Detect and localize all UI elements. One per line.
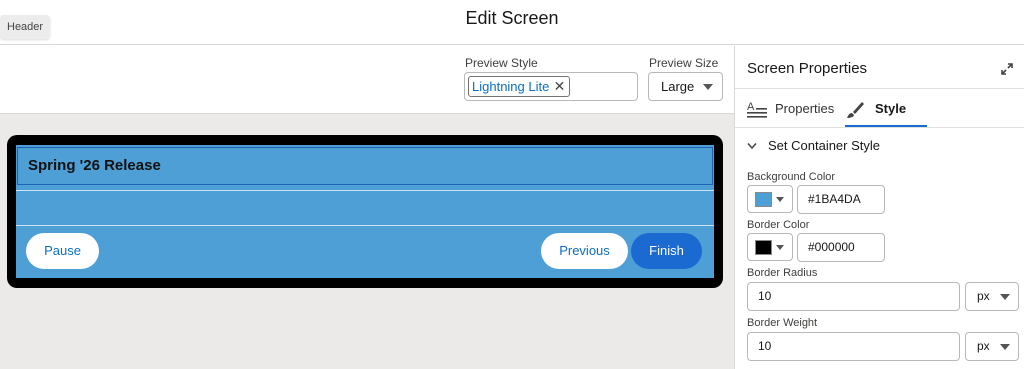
border-weight-input[interactable]: 10 xyxy=(747,332,960,361)
border-weight-label: Border Weight xyxy=(747,317,818,329)
background-color-label: Background Color xyxy=(747,171,836,183)
background-color-swatch xyxy=(755,192,772,207)
background-color-input[interactable]: #1BA4DA xyxy=(797,185,885,214)
page-title: Edit Screen xyxy=(465,8,559,28)
chevron-down-icon xyxy=(776,197,784,202)
tab-properties-label: Properties xyxy=(775,101,835,116)
screen-preview[interactable]: Spring '26 Release Pause Previous Finish xyxy=(16,145,714,278)
screen-divider xyxy=(16,190,714,191)
preview-size-select[interactable]: Large xyxy=(648,72,723,101)
chevron-down-icon xyxy=(703,84,713,90)
screen-header-text: Spring '26 Release xyxy=(28,157,161,174)
preview-toolbar: Preview Style Lightning Lite ✕ Preview S… xyxy=(0,46,734,114)
preview-style-combobox[interactable]: Lightning Lite ✕ xyxy=(464,72,638,101)
preview-style-label: Preview Style xyxy=(465,56,538,70)
border-radius-input[interactable]: 10 xyxy=(747,282,960,311)
paintbrush-icon xyxy=(847,102,864,118)
border-color-label: Border Color xyxy=(747,219,810,231)
close-icon[interactable]: ✕ xyxy=(554,78,566,95)
canvas-area: Preview Style Lightning Lite ✕ Preview S… xyxy=(0,46,734,369)
border-radius-unit-value: px xyxy=(977,289,990,303)
svg-text:A: A xyxy=(747,101,755,113)
preview-style-pill[interactable]: Lightning Lite ✕ xyxy=(468,76,571,97)
pause-button[interactable]: Pause xyxy=(26,233,99,269)
border-color-swatch xyxy=(755,240,772,255)
screen-properties-panel: Screen Properties A Properties Style Set… xyxy=(734,46,1024,369)
section-title: Set Container Style xyxy=(768,138,881,153)
chevron-down-icon xyxy=(1000,294,1010,300)
chevron-down-icon xyxy=(1000,344,1010,350)
properties-icon: A xyxy=(747,101,767,118)
border-radius-label: Border Radius xyxy=(747,267,818,279)
app-header: Header Edit Screen xyxy=(0,0,1024,45)
screen-preview-frame: Spring '26 Release Pause Previous Finish xyxy=(7,135,723,288)
tabs-divider xyxy=(735,127,1024,128)
panel-title: Screen Properties xyxy=(747,60,868,77)
border-color-picker[interactable] xyxy=(747,233,793,261)
border-color-input[interactable]: #000000 xyxy=(797,233,885,262)
border-radius-unit-select[interactable]: px xyxy=(965,282,1019,311)
border-weight-unit-value: px xyxy=(977,339,990,353)
chevron-down-icon xyxy=(776,245,784,250)
tab-style[interactable]: Style xyxy=(845,96,927,127)
expand-icon[interactable] xyxy=(1000,62,1014,76)
chevron-down-icon xyxy=(747,143,757,150)
background-color-picker[interactable] xyxy=(747,185,793,213)
previous-button[interactable]: Previous xyxy=(541,233,628,269)
tab-style-label: Style xyxy=(875,101,907,116)
screen-footer-divider xyxy=(16,225,714,226)
finish-button[interactable]: Finish xyxy=(631,233,702,269)
preview-size-value: Large xyxy=(661,79,695,94)
preview-style-pill-label: Lightning Lite xyxy=(472,79,550,94)
panel-divider xyxy=(735,88,1024,89)
preview-size-label: Preview Size xyxy=(649,56,719,70)
border-weight-unit-select[interactable]: px xyxy=(965,332,1019,361)
screen-header-component[interactable]: Spring '26 Release xyxy=(17,147,713,185)
